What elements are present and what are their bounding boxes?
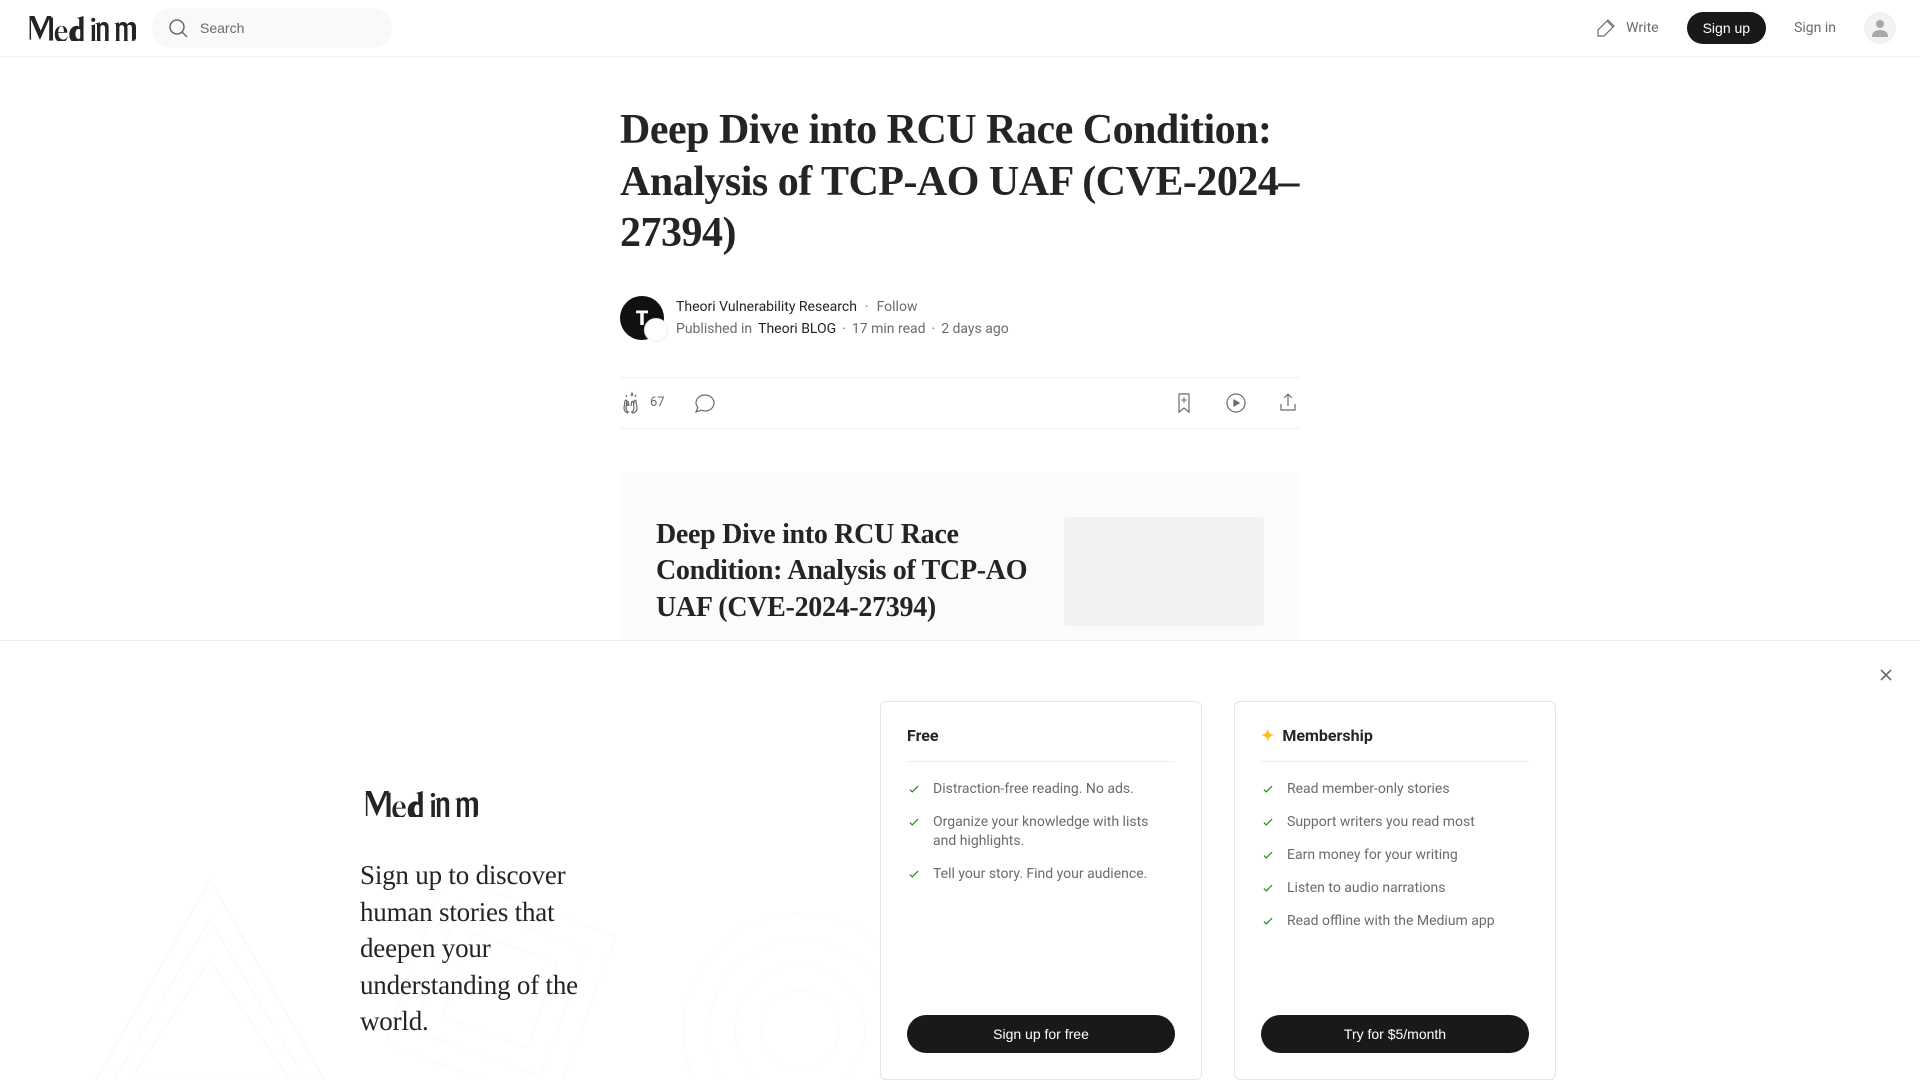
signup-button[interactable]: Sign up [1687, 12, 1766, 44]
separator-dot: · [865, 296, 869, 318]
promo-close-button[interactable] [1876, 665, 1896, 689]
clap-icon [620, 391, 644, 415]
plan-feature: Organize your knowledge with lists and h… [907, 813, 1175, 851]
plan-feature: Read member-only stories [1261, 780, 1529, 799]
check-icon [907, 815, 921, 829]
plan-free-title: Free [907, 726, 939, 745]
share-icon [1276, 391, 1300, 415]
plan-feature: Listen to audio narrations [1261, 879, 1529, 898]
promo-medium-logo [360, 791, 580, 821]
check-icon [1261, 881, 1275, 895]
listen-button[interactable] [1224, 391, 1248, 415]
share-button[interactable] [1276, 391, 1300, 415]
close-icon [1876, 665, 1896, 685]
article-title: Deep Dive into RCU Race Condition: Analy… [620, 105, 1300, 260]
byline: T Theori Vulnerability Research · Follow… [620, 296, 1300, 341]
publish-date: 2 days ago [941, 318, 1009, 340]
plan-feature: Support writers you read most [1261, 813, 1529, 832]
play-icon [1224, 391, 1248, 415]
check-icon [1261, 815, 1275, 829]
read-time: 17 min read [852, 318, 926, 340]
plan-membership: ✦ Membership Read member-only stories Su… [1234, 701, 1556, 1080]
plan-feature: Earn money for your writing [1261, 846, 1529, 865]
hero-card-illustration [1064, 517, 1264, 626]
bookmark-icon [1172, 391, 1196, 415]
plan-free: Free Distraction-free reading. No ads. O… [880, 701, 1202, 1080]
promo-tagline: Sign up to discover human stories that d… [360, 857, 580, 1039]
plan-feature: Distraction-free reading. No ads. [907, 780, 1175, 799]
medium-logo[interactable] [24, 16, 136, 41]
action-bar: 67 [620, 377, 1300, 429]
check-icon [1261, 848, 1275, 862]
signin-button[interactable]: Sign in [1794, 20, 1836, 36]
top-nav: Write Sign up Sign in [0, 0, 1920, 57]
comment-icon [693, 391, 717, 415]
plan-membership-title: Membership [1282, 726, 1372, 745]
respond-button[interactable] [693, 391, 717, 415]
author-link[interactable]: Theori Vulnerability Research [676, 296, 857, 318]
search-box[interactable] [152, 8, 392, 48]
write-label: Write [1626, 20, 1658, 36]
check-icon [907, 782, 921, 796]
plan-feature: Tell your story. Find your audience. [907, 865, 1175, 884]
search-icon [166, 16, 190, 40]
plan-free-cta[interactable]: Sign up for free [907, 1015, 1175, 1053]
publication-link[interactable]: Theori BLOG [758, 318, 836, 340]
published-in-prefix: Published in [676, 318, 752, 340]
check-icon [907, 867, 921, 881]
profile-avatar-button[interactable] [1864, 12, 1896, 44]
search-input[interactable] [200, 20, 378, 36]
signup-promo-overlay: Sign up to discover human stories that d… [0, 640, 1920, 1080]
article-container: Deep Dive into RCU Race Condition: Analy… [620, 57, 1300, 670]
write-icon [1594, 16, 1618, 40]
star-icon: ✦ [1261, 726, 1274, 745]
bookmark-button[interactable] [1172, 391, 1196, 415]
clap-button[interactable]: 67 [620, 391, 665, 415]
plan-feature: Read offline with the Medium app [1261, 912, 1529, 931]
write-button[interactable]: Write [1594, 16, 1658, 40]
check-icon [1261, 914, 1275, 928]
clap-count: 67 [650, 395, 665, 410]
user-icon [1868, 16, 1892, 40]
hero-card-title: Deep Dive into RCU Race Condition: Analy… [656, 517, 1040, 626]
plan-membership-cta[interactable]: Try for $5/month [1261, 1015, 1529, 1053]
check-icon [1261, 782, 1275, 796]
author-avatar[interactable]: T [620, 296, 664, 340]
follow-button[interactable]: Follow [877, 296, 918, 318]
